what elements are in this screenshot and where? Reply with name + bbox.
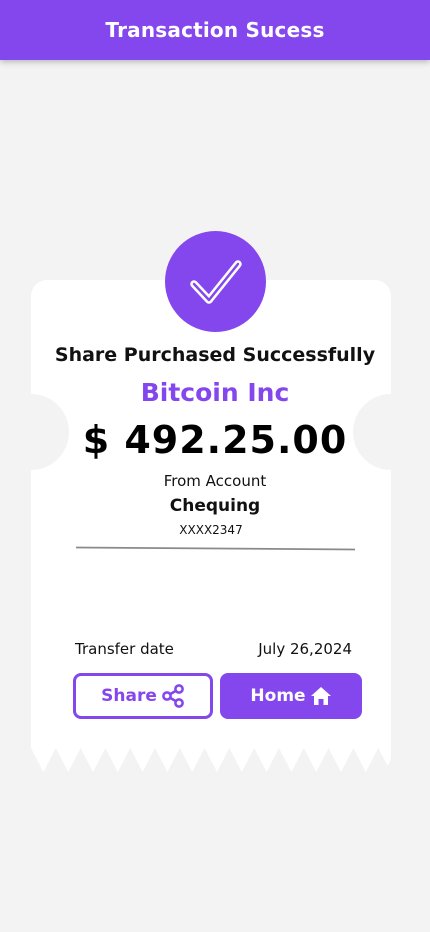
success-badge bbox=[165, 231, 266, 332]
home-button-label: Home bbox=[250, 686, 306, 706]
app-bar: Transaction Sucess bbox=[0, 0, 430, 60]
share-icon bbox=[161, 684, 185, 708]
transaction-amount: $ 492.25.00 bbox=[82, 418, 348, 462]
company-name: Bitcoin Inc bbox=[140, 378, 290, 407]
share-button-label: Share bbox=[101, 686, 157, 706]
home-button[interactable]: Home bbox=[220, 673, 362, 719]
home-icon bbox=[310, 686, 332, 706]
success-headline: Share Purchased Successfully bbox=[54, 344, 376, 366]
divider bbox=[76, 546, 355, 551]
account-name: Chequing bbox=[169, 496, 261, 516]
page-title: Transaction Sucess bbox=[105, 18, 325, 42]
transfer-date-label: Transfer date bbox=[75, 640, 174, 658]
share-button[interactable]: Share bbox=[73, 673, 213, 719]
from-account-label: From Account bbox=[163, 472, 267, 490]
checkmark-icon bbox=[189, 259, 242, 304]
account-number: XXXX2347 bbox=[179, 523, 243, 537]
transfer-date-value: July 26,2024 bbox=[258, 640, 352, 658]
ticket-zigzag-edge bbox=[31, 748, 391, 772]
